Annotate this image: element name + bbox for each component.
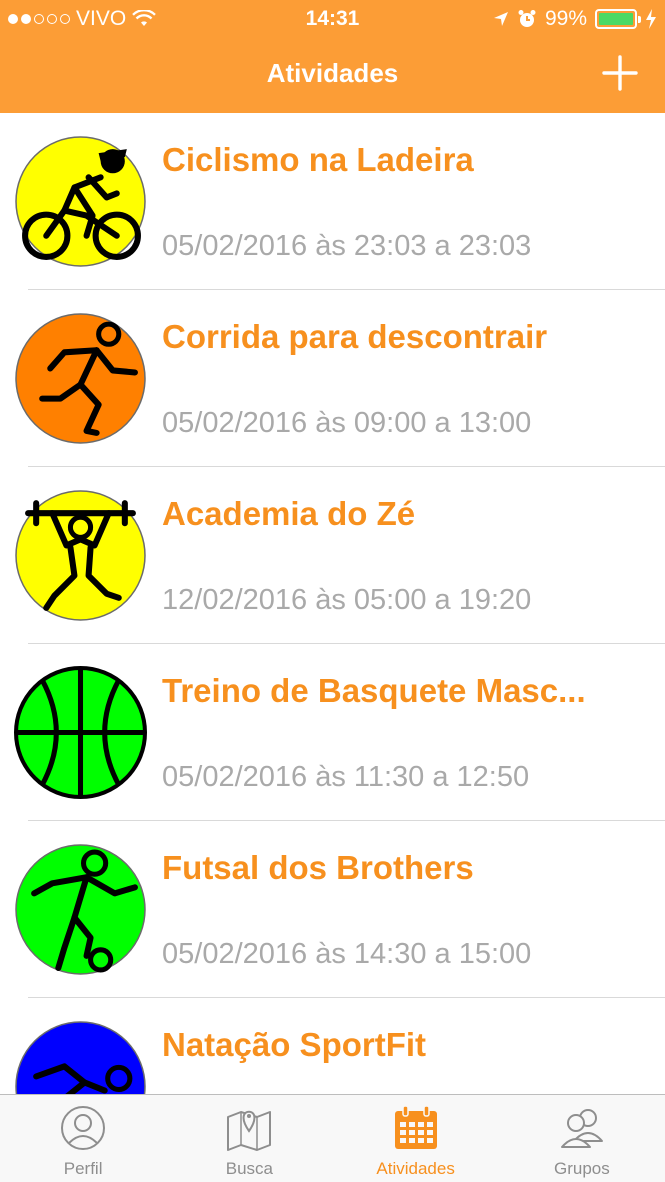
- tab-label: Atividades: [376, 1159, 455, 1178]
- activity-title: Natação SportFit: [162, 1026, 427, 1063]
- tab-perfil[interactable]: Perfil: [0, 1095, 166, 1182]
- activity-title: Treino de Basquete Masc...: [162, 672, 586, 709]
- alarm-icon: [518, 10, 536, 27]
- tab-label: Busca: [225, 1159, 273, 1178]
- list-item[interactable]: Natação SportFit: [0, 998, 665, 1094]
- running-icon: [15, 313, 146, 444]
- map-icon: [227, 1110, 272, 1151]
- status-right: 99%: [493, 7, 657, 31]
- group-icon: [560, 1109, 603, 1148]
- cycling-icon: [15, 136, 146, 267]
- activity-title: Academia do Zé: [162, 495, 416, 532]
- list-item[interactable]: Academia do Zé 12/02/2016 às 05:00 a 19:…: [0, 467, 665, 644]
- list-item[interactable]: Corrida para descontrair 05/02/2016 às 0…: [0, 290, 665, 467]
- basketball-icon: [14, 666, 147, 799]
- tab-label: Perfil: [63, 1159, 103, 1178]
- swimming-icon: [15, 1021, 146, 1094]
- tab-atividades[interactable]: Atividades: [333, 1095, 499, 1182]
- activity-date: 05/02/2016 às 14:30 a 15:00: [162, 938, 532, 970]
- list-item[interactable]: Futsal dos Brothers 05/02/2016 às 14:30 …: [0, 821, 665, 998]
- calendar-icon: [394, 1105, 437, 1149]
- soccer-icon: [15, 844, 146, 975]
- tab-grupos[interactable]: Grupos: [499, 1095, 665, 1182]
- location-arrow-icon: [493, 12, 508, 26]
- activity-date: 05/02/2016 às 11:30 a 12:50: [162, 761, 530, 793]
- tab-bar: Perfil Busca Atividades Grupos: [0, 1094, 665, 1182]
- list-item[interactable]: Treino de Basquete Masc... 05/02/2016 às…: [0, 644, 665, 821]
- battery-icon: [595, 9, 641, 29]
- status-bar: VIVO 14:31 99%: [0, 0, 665, 38]
- add-activity-button[interactable]: [601, 54, 639, 92]
- page-title: Atividades: [266, 58, 399, 88]
- navigation-header: VIVO 14:31 99% Atividades: [0, 0, 665, 113]
- activity-date: 12/02/2016 às 05:00 a 19:20: [162, 584, 532, 616]
- weightlifting-icon: [15, 490, 146, 621]
- activity-title: Futsal dos Brothers: [162, 849, 474, 886]
- activity-title: Ciclismo na Ladeira: [162, 141, 474, 178]
- charging-bolt-icon: [646, 9, 656, 29]
- profile-icon: [61, 1106, 106, 1150]
- tab-busca[interactable]: Busca: [166, 1095, 332, 1182]
- activity-date: 05/02/2016 às 09:00 a 13:00: [162, 407, 532, 439]
- activity-title: Corrida para descontrair: [162, 318, 548, 355]
- activity-date: 05/02/2016 às 23:03 a 23:03: [162, 230, 532, 262]
- activity-list[interactable]: Ciclismo na Ladeira 05/02/2016 às 23:03 …: [0, 113, 665, 1094]
- tab-label: Grupos: [554, 1159, 610, 1178]
- battery-percent: 99%: [544, 7, 587, 30]
- list-item[interactable]: Ciclismo na Ladeira 05/02/2016 às 23:03 …: [0, 113, 665, 290]
